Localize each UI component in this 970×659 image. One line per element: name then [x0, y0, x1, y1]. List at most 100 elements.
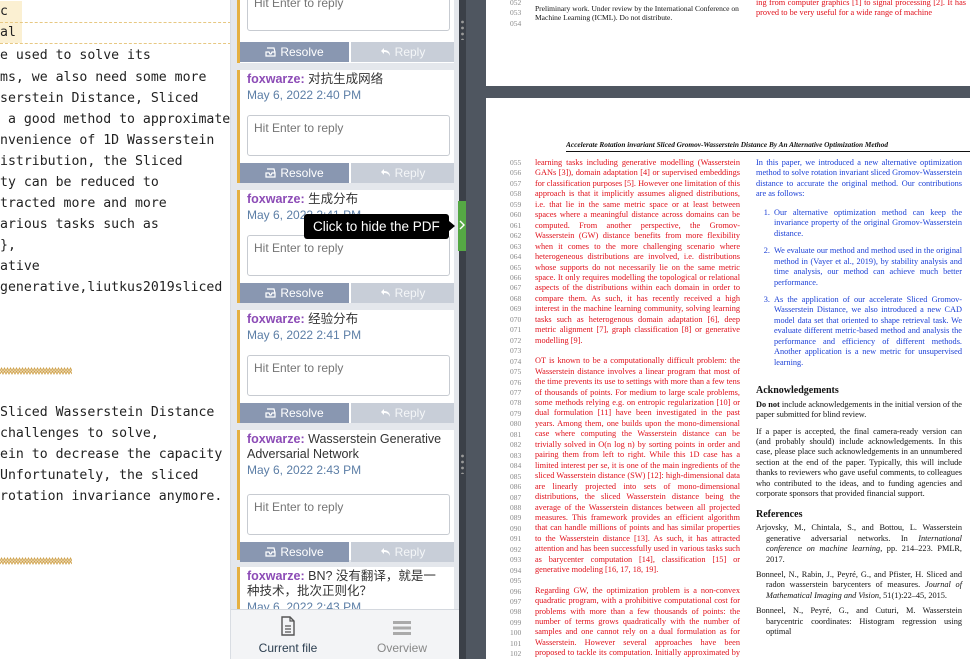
code-line[interactable]: generative,liutkus2019sliced [0, 277, 222, 298]
pdf-right-column: In this paper, we introduced a new alter… [756, 158, 962, 643]
comment-header: foxwarze: Wasserstein Generative Adversa… [240, 430, 454, 462]
reply-button[interactable]: Reply [351, 163, 454, 183]
code-line[interactable]: a good method to approximate [0, 109, 230, 130]
reference-details: , 51(1):22–45, 2015. [879, 590, 947, 600]
comment-header: foxwarze: 生成分布 [240, 190, 454, 207]
comment-text: 经验分布 [308, 312, 359, 326]
code-editor[interactable]: c al e used to solve its ms, we also need s… [0, 0, 231, 659]
review-panel: ResolveReplyfoxwarze: 对抗生成网络May 6, 2022 … [231, 0, 459, 659]
reply-button[interactable]: Reply [351, 403, 454, 423]
comment-date: May 6, 2022 2:43 PM [247, 463, 362, 477]
comment-author: foxwarze: [247, 569, 305, 583]
reply-label: Reply [394, 166, 426, 180]
tab-overview[interactable]: Overview [345, 610, 459, 659]
reply-input[interactable] [247, 115, 450, 156]
code-line[interactable]: challenges to solve, [0, 423, 159, 444]
code-line[interactable]: Sliced Wasserstein Distance [0, 402, 214, 423]
comment-author: foxwarze: [247, 312, 305, 326]
reply-input[interactable] [247, 494, 450, 535]
tooltip: Click to hide the PDF [304, 214, 455, 239]
reply-label: Reply [394, 545, 426, 559]
pdf-page-1: 052 053 054 Preliminary work. Under revi… [486, 0, 970, 86]
pdf-viewer[interactable]: 052 053 054 Preliminary work. Under revi… [466, 0, 970, 659]
reference-item: Bonneel, N., Rabin, J., Peyré, G., and P… [756, 570, 962, 601]
code-line[interactable]: ein to decrease the capacity [0, 444, 222, 465]
submission-notice: Preliminary work. Under review by the In… [535, 4, 739, 22]
code-line[interactable]: istribution, the Sliced [0, 151, 183, 172]
contribution-item: As the application of our accelerate Sli… [772, 295, 962, 368]
comment-header: foxwarze: 对抗生成网络 [240, 70, 454, 87]
comment-text: 对抗生成网络 [308, 72, 384, 86]
reply-button[interactable]: Reply [351, 283, 454, 303]
code-line[interactable]: ative [0, 256, 40, 277]
code-line[interactable]: Unfortunately, the sliced [0, 465, 199, 486]
comment-text: 生成分布 [308, 192, 359, 206]
reply-input[interactable] [247, 0, 450, 31]
highlight-border [0, 43, 230, 44]
code-line[interactable]: rotation invariance anymore. [0, 486, 222, 507]
drag-handle-icon [461, 20, 464, 40]
inbox-icon [265, 547, 276, 557]
tab-current-file[interactable]: Current file [231, 610, 345, 659]
resolve-button[interactable]: Resolve [240, 42, 349, 62]
resolve-label: Resolve [280, 45, 324, 59]
resolve-label: Resolve [280, 166, 324, 180]
code-line[interactable]: }, [0, 235, 16, 256]
list-icon [393, 621, 411, 635]
code-line[interactable]: c [0, 1, 8, 22]
contribution-item: We evaluate our method and method used i… [772, 246, 962, 288]
code-line[interactable]: ms, we also need some more [0, 67, 206, 88]
code-line[interactable]: nvenience of 1D Wasserstein [0, 130, 214, 151]
code-line[interactable]: serstein Distance, Sliced [0, 88, 199, 109]
resolve-button[interactable]: Resolve [240, 403, 349, 423]
line-numbers: 055 056 057 058 059 060 061 062 063 064 … [510, 158, 522, 659]
acknowledgements-heading: Acknowledgements [756, 385, 839, 397]
reply-input[interactable] [247, 355, 450, 396]
chevron-right-icon [459, 220, 465, 230]
highlight-border [0, 22, 230, 23]
resolve-button[interactable]: Resolve [240, 283, 349, 303]
spellcheck-squiggle [0, 556, 72, 565]
panel-divider[interactable] [459, 0, 466, 659]
reply-label: Reply [394, 406, 426, 420]
code-line[interactable]: al [0, 22, 16, 43]
paragraph: OT is known to be a computationally diff… [535, 356, 740, 575]
reply-label: Reply [394, 45, 426, 59]
inbox-icon [265, 408, 276, 418]
reference-list: Arjovsky, M., Chintala, S., and Bottou, … [756, 523, 962, 638]
resolve-label: Resolve [280, 545, 324, 559]
drag-handle-icon [461, 454, 464, 474]
comment-thread: foxwarze: 经验分布May 6, 2022 2:41 PMResolve… [237, 310, 454, 423]
reply-button[interactable]: Reply [351, 42, 454, 62]
resolve-button[interactable]: Resolve [240, 163, 349, 183]
inbox-icon [265, 288, 276, 298]
reply-icon [380, 409, 390, 417]
bold-text: Do not [756, 399, 780, 409]
code-line[interactable]: e used to solve its [0, 45, 151, 66]
comment-date: May 6, 2022 2:40 PM [247, 88, 362, 102]
reply-icon [380, 169, 390, 177]
reply-input[interactable] [247, 235, 450, 276]
reference-item: Arjovsky, M., Chintala, S., and Bottou, … [756, 523, 962, 565]
paragraph: In this paper, we introduced a new alter… [756, 158, 962, 199]
code-line[interactable]: arious tasks such as [0, 214, 159, 235]
paragraph: Do not include acknowledgements in the i… [756, 400, 962, 421]
resolve-button[interactable]: Resolve [240, 542, 349, 562]
comment-author: foxwarze: [247, 72, 305, 86]
file-icon [281, 616, 295, 636]
line-numbers: 052 053 054 [510, 0, 522, 28]
text: include acknowledgements in the initial … [756, 399, 962, 420]
resolve-label: Resolve [280, 406, 324, 420]
paragraph: If a paper is accepted, the final camera… [756, 426, 962, 499]
reply-button[interactable]: Reply [351, 542, 454, 562]
reference-authors: Bonneel, N., Peyré, G., and Cuturi, M. W… [756, 606, 962, 637]
comment-header: foxwarze: BN? 没有翻译，就是一种技术，批次正则化？ [240, 567, 454, 599]
pdf-left-column: learning tasks including generative mode… [535, 158, 740, 659]
hide-pdf-toggle[interactable] [458, 201, 466, 251]
code-line[interactable]: tracted more and more [0, 193, 167, 214]
comment-author: foxwarze: [247, 432, 305, 446]
comment-author: foxwarze: [247, 192, 305, 206]
reply-icon [380, 548, 390, 556]
code-line[interactable]: ty can be reduced to [0, 172, 159, 193]
comment-thread: foxwarze: 生成分布May 6, 2022 2:41 PMResolve… [237, 190, 454, 303]
